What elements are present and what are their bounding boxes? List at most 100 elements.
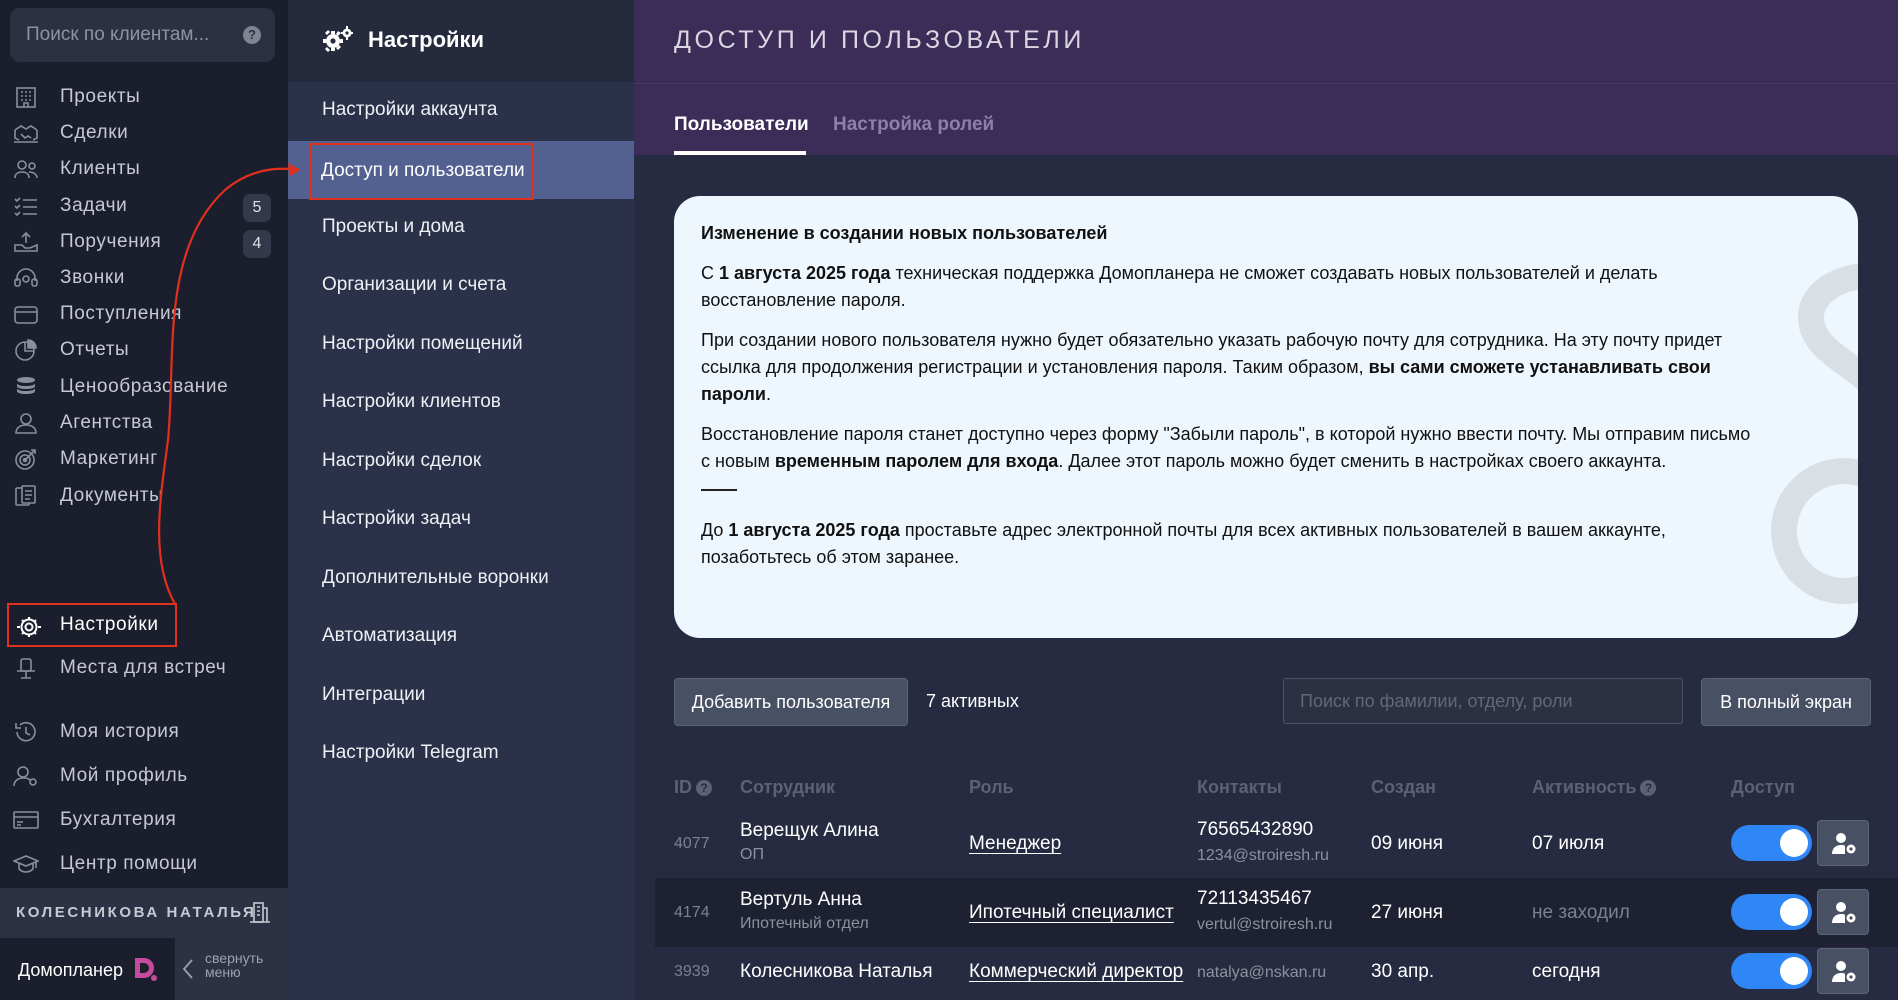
settings-item-label: Настройки Telegram xyxy=(322,742,499,763)
sidebar-item-label: Задачи xyxy=(60,195,128,216)
sidebar-item-profile[interactable]: Мой профиль xyxy=(0,754,288,798)
sidebar-item-accounting[interactable]: Бухгалтерия xyxy=(0,798,288,842)
user-last-activity: сегодня xyxy=(1532,961,1601,982)
notice-card: Изменение в создании новых пользователей… xyxy=(674,196,1858,638)
settings-item-projects-houses[interactable]: Проекты и дома xyxy=(288,199,634,257)
help-icon[interactable]: ? xyxy=(696,780,712,796)
settings-item-access-users[interactable]: Доступ и пользователи xyxy=(288,141,634,200)
wallet-icon xyxy=(14,306,38,324)
table-row[interactable]: 4174 Вертуль Анна Ипотечный отдел Ипотеч… xyxy=(655,878,1898,947)
user-gear-icon xyxy=(1832,833,1856,854)
fullscreen-button[interactable]: В полный экран xyxy=(1701,678,1871,726)
notice-paragraph: До 1 августа 2025 года проставьте адрес … xyxy=(701,520,1666,567)
notice-heading: Изменение в создании новых пользователей xyxy=(701,223,1108,243)
user-id: 4174 xyxy=(674,904,710,921)
sidebar-item-label: Мой профиль xyxy=(60,765,188,786)
notice-paragraph: При создании нового пользователя нужно б… xyxy=(701,330,1723,404)
user-id: 4077 xyxy=(674,835,710,852)
sidebar-item-settings[interactable]: Настройки xyxy=(7,603,177,647)
sidebar-item-label: Сделки xyxy=(60,122,129,143)
notice-paragraph: Восстановление пароля станет доступно че… xyxy=(701,424,1751,471)
current-user-bar[interactable]: КОЛЕСНИКОВА НАТАЛЬЯ xyxy=(0,888,288,938)
user-role-link[interactable]: Менеджер xyxy=(969,833,1061,855)
settings-item-label: Настройки задач xyxy=(322,508,471,529)
access-toggle[interactable] xyxy=(1731,894,1812,930)
sidebar-item-label: Бухгалтерия xyxy=(60,809,177,830)
main-content: ДОСТУП И ПОЛЬЗОВАТЕЛИ Пользователи Настр… xyxy=(634,0,1898,1000)
user-id: 3939 xyxy=(674,963,710,980)
settings-item-clients[interactable]: Настройки клиентов xyxy=(288,374,634,432)
settings-item-label: Настройки сделок xyxy=(322,450,482,471)
notice-divider xyxy=(701,489,737,491)
column-header-role: Роль xyxy=(969,777,1014,797)
sidebar-item-label: Звонки xyxy=(60,267,125,288)
settings-item-automation[interactable]: Автоматизация xyxy=(288,608,634,666)
settings-item-account[interactable]: Настройки аккаунта xyxy=(288,82,634,140)
user-created-date: 09 июня xyxy=(1371,833,1444,854)
sidebar-item-help-center[interactable]: Центр помощи xyxy=(0,842,288,886)
tabs-bar: Пользователи Настройка ролей xyxy=(634,83,1898,155)
user-permissions-button[interactable] xyxy=(1817,948,1869,994)
app-window: ? Проекты Сделки Клиенты Задачи 5 Поруче… xyxy=(0,0,1898,1000)
user-email: natalya@nskan.ru xyxy=(1197,964,1327,981)
user-role-link[interactable]: Ипотечный специалист xyxy=(969,902,1174,924)
page-title: ДОСТУП И ПОЛЬЗОВАТЕЛИ xyxy=(674,26,1086,54)
sidebar-item-label: Поступления xyxy=(60,303,183,324)
user-gear-icon xyxy=(1832,902,1856,923)
decorative-logo-mark xyxy=(1771,263,1858,604)
sidebar-item-label: Проекты xyxy=(60,86,141,107)
sidebar-item-history[interactable]: Моя история xyxy=(0,710,288,754)
add-user-button[interactable]: Добавить пользователя xyxy=(674,678,908,726)
access-toggle[interactable] xyxy=(1731,825,1812,861)
building-icon[interactable] xyxy=(248,900,272,924)
settings-item-deals[interactable]: Настройки сделок xyxy=(288,433,634,491)
table-row[interactable]: 3939 Колесникова Наталья Коммерческий ди… xyxy=(655,947,1898,1000)
sidebar-item-label: Ценообразование xyxy=(60,376,229,397)
notice-paragraph: С 1 августа 2025 года техническая поддер… xyxy=(701,263,1658,310)
user-name: Верещук Алина xyxy=(740,820,879,841)
settings-item-funnels[interactable]: Дополнительные воронки xyxy=(288,550,634,608)
sidebar-item-label: Агентства xyxy=(60,412,153,433)
client-search-input[interactable] xyxy=(10,8,230,62)
sidebar-item-label: Поручения xyxy=(60,231,162,252)
settings-item-telegram[interactable]: Настройки Telegram xyxy=(288,725,634,783)
chevron-left-icon xyxy=(182,959,193,979)
hand-up-icon xyxy=(14,231,38,252)
help-icon[interactable]: ? xyxy=(243,26,261,44)
column-header-created: Создан xyxy=(1371,777,1437,797)
collapse-menu-button[interactable]: свернуть меню xyxy=(175,938,288,1000)
handshake-icon xyxy=(14,125,38,143)
settings-item-premises[interactable]: Настройки помещений xyxy=(288,316,634,374)
current-user-name: КОЛЕСНИКОВА НАТАЛЬЯ xyxy=(16,904,257,921)
people-icon xyxy=(14,160,38,179)
settings-title: Настройки xyxy=(368,27,485,52)
user-permissions-button[interactable] xyxy=(1817,889,1869,935)
gear-icon xyxy=(17,617,41,637)
user-department: Ипотечный отдел xyxy=(740,915,869,932)
user-created-date: 27 июня xyxy=(1371,902,1444,923)
user-role-link[interactable]: Коммерческий директор xyxy=(969,961,1183,983)
help-icon[interactable]: ? xyxy=(1640,780,1657,796)
settings-item-integrations[interactable]: Интеграции xyxy=(288,667,634,725)
gears-icon xyxy=(323,26,353,52)
sidebar-item-documents[interactable]: Документы xyxy=(0,474,288,518)
client-search[interactable]: ? xyxy=(10,8,275,62)
settings-item-organizations[interactable]: Организации и счета xyxy=(288,257,634,315)
history-icon xyxy=(15,721,36,742)
main-sidebar: ? Проекты Сделки Клиенты Задачи 5 Поруче… xyxy=(0,0,288,1000)
column-header-employee: Сотрудник xyxy=(740,777,836,797)
user-last-activity: 07 июля xyxy=(1532,833,1605,854)
brand-logo-icon xyxy=(135,958,157,981)
sidebar-item-meeting-places[interactable]: Места для встреч xyxy=(0,646,288,690)
users-search-input[interactable] xyxy=(1283,678,1683,724)
user-name: Колесникова Наталья xyxy=(740,961,933,982)
settings-item-tasks[interactable]: Настройки задач xyxy=(288,491,634,549)
target-icon xyxy=(15,449,36,470)
sidebar-item-label: Места для встреч xyxy=(60,657,227,678)
tab-roles-settings[interactable]: Настройка ролей xyxy=(833,114,994,136)
users-toolbar: Добавить пользователя 7 активных В полны… xyxy=(674,678,1871,726)
table-row[interactable]: 4077 Верещук Алина ОП Менеджер 765654328… xyxy=(655,809,1898,878)
access-toggle[interactable] xyxy=(1731,953,1812,989)
tab-users[interactable]: Пользователи xyxy=(674,114,809,136)
user-permissions-button[interactable] xyxy=(1817,820,1869,866)
